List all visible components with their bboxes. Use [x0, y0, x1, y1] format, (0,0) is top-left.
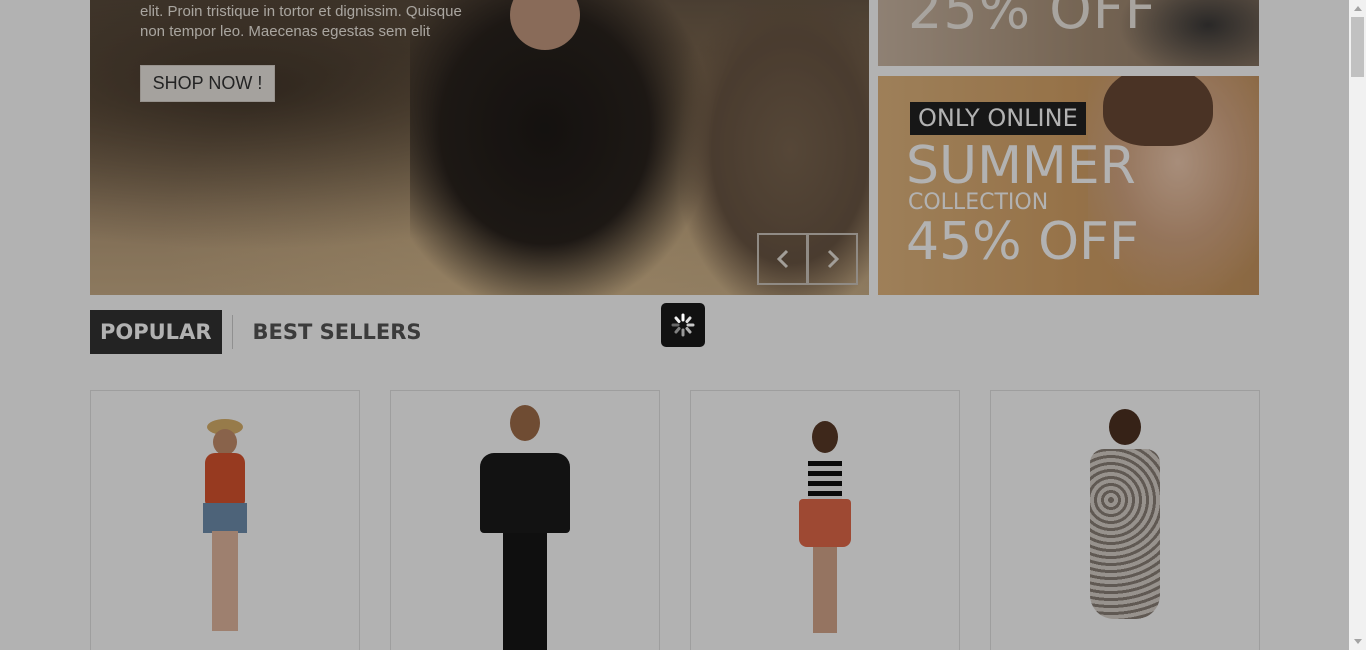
- spinner-icon: [671, 313, 695, 337]
- scroll-up-button[interactable]: [1349, 0, 1366, 17]
- caret-up-icon: [1353, 6, 1362, 11]
- page-scrollbar[interactable]: [1349, 0, 1366, 650]
- scroll-down-button[interactable]: [1349, 633, 1366, 650]
- page: elit. Proin tristique in tortor et digni…: [0, 0, 1349, 650]
- caret-down-icon: [1353, 639, 1362, 644]
- loading-indicator: [661, 303, 705, 347]
- scroll-thumb[interactable]: [1351, 17, 1364, 77]
